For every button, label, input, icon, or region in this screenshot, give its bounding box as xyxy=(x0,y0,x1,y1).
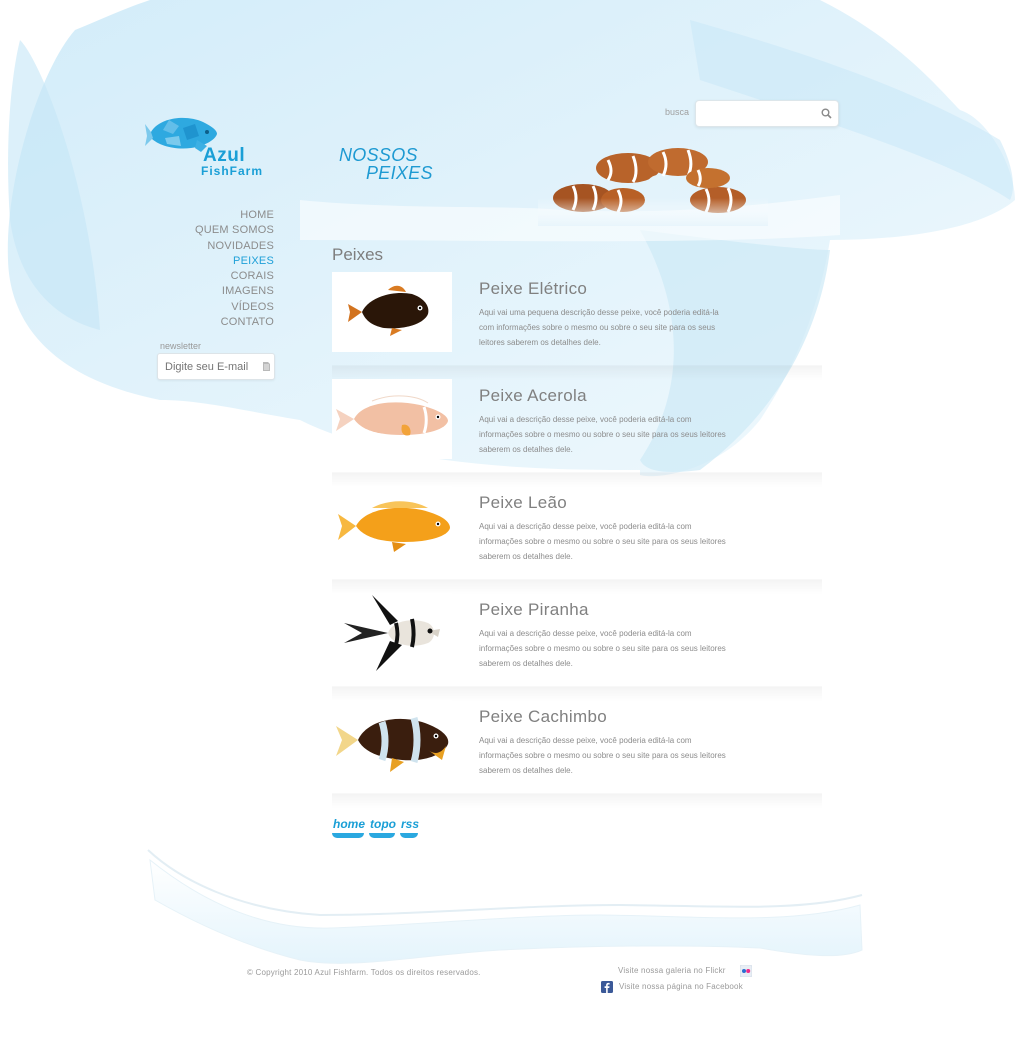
fish-thumbnail[interactable] xyxy=(332,272,452,352)
fish-description: Aqui vai uma pequena descrição desse pei… xyxy=(479,308,719,347)
search-label: busca xyxy=(665,107,690,117)
facebook-icon[interactable] xyxy=(601,981,613,993)
fish-image xyxy=(336,717,449,772)
fish-separator xyxy=(332,793,822,808)
wave-underline xyxy=(400,833,419,838)
clownfish-banner-image xyxy=(538,148,768,226)
fish-description: Aqui vai a descrição desse peixe, você p… xyxy=(479,736,726,775)
newsletter-box xyxy=(157,353,275,380)
fish-image xyxy=(336,395,448,436)
fish-description: Aqui vai a descrição desse peixe, você p… xyxy=(479,522,726,561)
fish-thumbnail[interactable] xyxy=(332,700,452,780)
fish-list-item[interactable]: Peixe Elétrico Aqui vai uma pequena desc… xyxy=(332,272,822,380)
fish-image xyxy=(348,285,429,336)
fish-name[interactable]: Peixe Cachimbo xyxy=(479,707,607,727)
nav-item-videos[interactable]: VÍDEOS xyxy=(195,300,274,315)
wave-underline xyxy=(369,833,396,838)
nav-item-quem-somos[interactable]: QUEM SOMOS xyxy=(195,223,274,238)
nav-item-corais[interactable]: CORAIS xyxy=(195,269,274,284)
wave-underline xyxy=(332,833,365,838)
fish-separator xyxy=(332,365,822,380)
fish-name[interactable]: Peixe Leão xyxy=(479,493,567,513)
fish-name[interactable]: Peixe Elétrico xyxy=(479,279,587,299)
fish-list-item[interactable]: Peixe Acerola Aqui vai a descrição desse… xyxy=(332,379,822,487)
fish-list-item[interactable]: Peixe Leão Aqui vai a descrição desse pe… xyxy=(332,486,822,594)
search-box xyxy=(695,100,839,127)
nav-item-imagens[interactable]: IMAGENS xyxy=(195,284,274,299)
nav-item-peixes[interactable]: PEIXES xyxy=(195,254,274,269)
page-heading-line2: PEIXES xyxy=(366,163,433,183)
fish-separator xyxy=(332,579,822,594)
brand-logo[interactable]: Azul FishFarm xyxy=(145,112,280,182)
footer-link-rss[interactable]: rss xyxy=(400,817,420,838)
fish-description: Aqui vai a descrição desse peixe, você p… xyxy=(479,415,726,454)
fish-separator xyxy=(332,472,822,487)
fish-name[interactable]: Peixe Acerola xyxy=(479,386,587,406)
footer-link-topo-label: topo xyxy=(370,817,397,831)
fish-separator xyxy=(332,686,822,701)
fish-list-item[interactable]: Peixe Cachimbo Aqui vai a descrição dess… xyxy=(332,700,822,808)
footer-link-home[interactable]: home xyxy=(332,817,366,838)
footer-link-topo[interactable]: topo xyxy=(369,817,397,838)
brand-name-fish: Fish xyxy=(201,164,230,178)
fish-description: Aqui vai a descrição desse peixe, você p… xyxy=(479,629,726,668)
footer-link-rss-label: rss xyxy=(401,817,420,831)
fish-name[interactable]: Peixe Piranha xyxy=(479,600,589,620)
fish-thumbnail[interactable] xyxy=(332,379,452,459)
facebook-link[interactable]: Visite nossa página no Facebook xyxy=(619,982,743,991)
newsletter-email-input[interactable] xyxy=(165,354,255,379)
section-title: Peixes xyxy=(332,245,384,264)
flickr-icon[interactable] xyxy=(740,965,752,977)
fish-thumbnail[interactable] xyxy=(332,486,452,566)
search-input[interactable] xyxy=(702,101,812,126)
brand-name-fishfarm: FishFarm xyxy=(201,164,263,178)
newsletter-label: newsletter xyxy=(160,341,202,351)
fish-image xyxy=(338,501,450,552)
fish-image xyxy=(344,595,440,671)
document-icon[interactable] xyxy=(263,362,270,371)
brand-name-farm: Farm xyxy=(229,164,264,178)
copyright-text: © Copyright 2010 Azul Fishfarm. Todos os… xyxy=(247,968,481,977)
flickr-link[interactable]: Visite nossa galeria no Flickr xyxy=(618,966,726,975)
footer-nav: home topo rss xyxy=(332,815,424,838)
main-nav: HOME QUEM SOMOS NOVIDADES PEIXES CORAIS … xyxy=(195,208,274,330)
fish-list-item[interactable]: Peixe Piranha Aqui vai a descrição desse… xyxy=(332,593,822,701)
nav-item-novidades[interactable]: NOVIDADES xyxy=(195,239,274,254)
nav-item-contato[interactable]: CONTATO xyxy=(195,315,274,330)
nav-item-home[interactable]: HOME xyxy=(195,208,274,223)
search-icon[interactable] xyxy=(821,108,832,119)
footer-link-home-label: home xyxy=(333,817,366,831)
fish-thumbnail[interactable] xyxy=(332,593,452,673)
